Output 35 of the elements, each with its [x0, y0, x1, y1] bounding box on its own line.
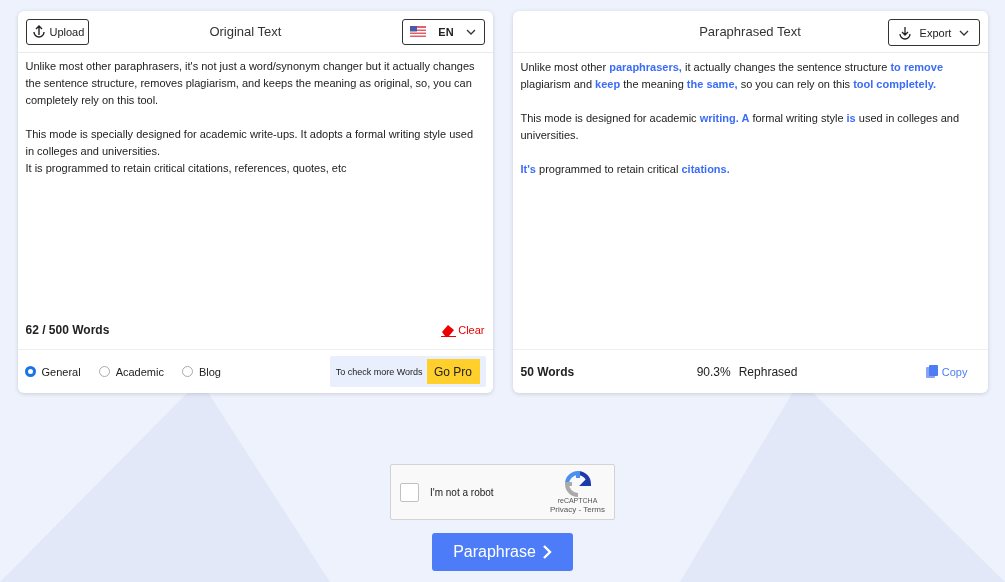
output-text: Unlike most other paraphrasers, it actually changes the sentence structure to remove plagiarism and keep the meaning the same, so you can rely on this tool completely.	[520, 60, 944, 92]
copy-button[interactable]: Copy	[919, 364, 974, 379]
chevron-right-icon	[541, 544, 552, 560]
download-icon	[897, 25, 912, 40]
word-count: 50 Words	[520, 364, 575, 379]
output-text: It's programmed to retain critical citations.	[520, 162, 731, 177]
captcha-links[interactable]: Privacy - Terms	[550, 504, 605, 514]
output-text: This mode is designed for academic writing. A formal writing style is used in colleges and universities.	[520, 111, 961, 143]
copy-icon	[925, 365, 938, 378]
panel-title: Original Text	[209, 24, 282, 39]
flag-icon	[410, 26, 427, 37]
clear-button[interactable]: Clear	[441, 323, 485, 337]
mode-radio[interactable]: Blog	[181, 365, 221, 378]
eraser-icon	[441, 323, 457, 337]
paraphrase-button[interactable]: Paraphrase	[432, 533, 573, 571]
upload-button[interactable]: Upload	[25, 18, 90, 45]
captcha-checkbox[interactable]	[400, 482, 419, 502]
promo-text: To check more Words	[335, 366, 423, 377]
rephrased-percent: 90.3%	[696, 364, 731, 379]
mode-radio[interactable]: Academic	[98, 365, 164, 378]
captcha-logo-icon	[564, 470, 591, 497]
input-text: Unlike most other paraphrasers, it's not just a word/synonym changer but it actually changes the sentence structure, removes plagiarism, and keeps the meaning as original, so, you can completely rely on this tool.	[25, 59, 476, 108]
word-count: 62 / 500 Words	[25, 323, 110, 337]
mode-radio[interactable]: General	[24, 365, 81, 378]
input-text: This mode is specially designed for academic write-ups. It adopts a formal writing style used in colleges and universities.	[25, 127, 475, 159]
export-dropdown[interactable]: Export	[887, 19, 980, 46]
language-dropdown[interactable]: EN	[401, 18, 485, 45]
input-text: It is programmed to retain critical citations, references, quotes, etc	[25, 161, 348, 176]
rephrased-label: Rephrased	[738, 364, 798, 379]
captcha-label: I'm not a robot	[430, 486, 494, 498]
go-pro-button[interactable]: Go Pro	[426, 359, 480, 384]
upload-icon	[30, 23, 47, 40]
chevron-down-icon	[959, 29, 970, 36]
chevron-down-icon	[465, 28, 476, 35]
panel-title: Paraphrased Text	[699, 24, 801, 39]
